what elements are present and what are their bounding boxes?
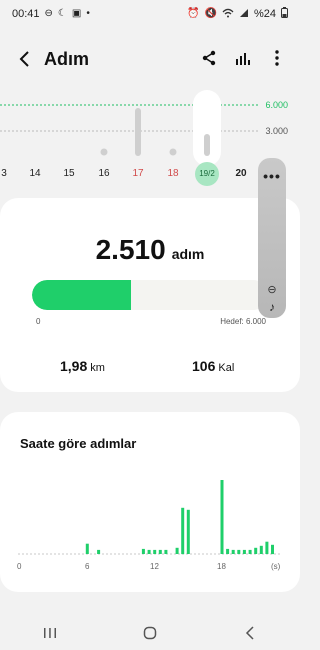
back-button[interactable] xyxy=(14,48,36,70)
progress-start-label: 0 xyxy=(36,317,41,326)
wifi-icon xyxy=(222,8,234,21)
day-bar-today xyxy=(204,134,210,156)
hourly-bar xyxy=(147,549,151,554)
hourly-bar xyxy=(158,549,162,554)
hourly-bar xyxy=(265,541,269,554)
day-label-selected[interactable]: 19/2 xyxy=(195,162,219,186)
minimize-icon[interactable]: ⊖ xyxy=(267,283,276,296)
day-label[interactable]: 15 xyxy=(57,168,81,179)
recents-icon xyxy=(44,627,56,638)
back-nav-icon xyxy=(245,625,254,640)
scale-high-label: 6.000 xyxy=(265,100,288,110)
stats-button[interactable] xyxy=(234,49,252,67)
more-options-button[interactable] xyxy=(268,49,286,67)
distance-stat: 1,98 km xyxy=(60,358,105,374)
signal-icon xyxy=(239,8,249,21)
hourly-bar xyxy=(248,549,252,554)
floating-side-panel[interactable]: ••• ⊖ ♪ xyxy=(258,158,286,318)
hourly-bar xyxy=(85,543,89,554)
hourly-bar xyxy=(186,509,190,554)
hourly-bar xyxy=(226,548,230,554)
day-dot-16 xyxy=(100,148,108,156)
day-label[interactable]: 14 xyxy=(23,168,47,179)
status-time: 00:41 xyxy=(12,8,40,20)
status-bar: 00:41 ⊖ ☾ ▣ • ⏰ 🔇 %24 xyxy=(0,0,300,28)
dot-icon: • xyxy=(86,8,90,19)
scale-mid-label: 3.000 xyxy=(265,126,288,136)
hourly-bar xyxy=(141,548,145,554)
more-vertical-icon xyxy=(275,50,279,66)
share-icon xyxy=(202,50,216,66)
day-label[interactable]: 16 xyxy=(92,168,116,179)
battery-icon xyxy=(281,7,288,21)
home-icon xyxy=(143,626,157,639)
steps-value: 2.510 xyxy=(95,234,166,265)
steps-unit: adım xyxy=(171,246,205,262)
day-dot-18 xyxy=(169,148,177,156)
calories-stat: 106 Kal xyxy=(192,358,234,374)
steps-progress-fill xyxy=(32,280,132,310)
image-icon: ▣ xyxy=(71,8,82,19)
hourly-bar xyxy=(153,549,157,554)
hourly-tick: 18 xyxy=(217,562,226,571)
do-not-disturb-icon: ⊖ xyxy=(44,8,53,19)
app-bar: Adım xyxy=(0,40,300,80)
more-horizontal-icon[interactable]: ••• xyxy=(263,168,281,184)
hourly-bar xyxy=(237,549,241,554)
day-label[interactable]: 20 xyxy=(229,168,253,179)
distance-value: 1,98 xyxy=(60,358,88,374)
hourly-bar xyxy=(259,545,263,554)
weekly-chart-graphic xyxy=(0,90,258,166)
hourly-tick: (s) xyxy=(271,562,281,571)
progress-goal-label: Hedef: 6.000 xyxy=(220,317,266,326)
hourly-bar xyxy=(175,547,179,554)
day-label[interactable]: 18 xyxy=(161,168,185,179)
hourly-bar xyxy=(271,544,274,555)
hourly-steps-chart xyxy=(18,480,282,555)
battery-level: %24 xyxy=(253,8,276,20)
day-label[interactable]: 17 xyxy=(126,168,150,179)
hourly-steps-title: Saate göre adımlar xyxy=(20,436,137,451)
calories-value: 106 xyxy=(192,358,216,374)
page-title: Adım xyxy=(44,49,89,69)
weekly-step-chart[interactable]: 6.000 3.000 3 14 15 16 17 18 19/2 20 xyxy=(0,88,300,188)
calories-unit: Kal xyxy=(218,362,235,374)
moon-icon: ☾ xyxy=(57,8,67,19)
day-labels: 3 14 15 16 17 18 19/2 20 xyxy=(0,162,300,186)
day-label[interactable]: 3 xyxy=(0,168,16,179)
distance-unit: km xyxy=(90,362,105,374)
music-note-icon[interactable]: ♪ xyxy=(269,300,275,314)
mute-icon: 🔇 xyxy=(204,8,217,19)
hourly-bar xyxy=(242,549,246,554)
home-button[interactable] xyxy=(130,623,170,643)
hourly-bar xyxy=(254,547,258,554)
bar-chart-icon xyxy=(236,53,250,65)
hourly-bar xyxy=(231,549,235,554)
steps-progress-bar xyxy=(32,280,268,310)
hourly-bar xyxy=(97,549,101,554)
day-bar-17 xyxy=(135,108,141,156)
share-button[interactable] xyxy=(200,49,218,67)
hourly-bar xyxy=(181,507,185,555)
hourly-bar xyxy=(220,480,224,554)
hourly-tick: 0 xyxy=(17,562,22,571)
hourly-bar xyxy=(164,549,168,554)
back-nav-button[interactable] xyxy=(230,623,270,643)
system-nav-bar xyxy=(0,615,300,650)
recent-apps-button[interactable] xyxy=(30,623,70,643)
hourly-tick: 6 xyxy=(85,562,90,571)
hourly-tick: 12 xyxy=(150,562,159,571)
steps-count: 2.510 adım xyxy=(0,234,300,266)
alarm-icon: ⏰ xyxy=(187,8,200,19)
back-arrow-icon xyxy=(19,51,29,67)
